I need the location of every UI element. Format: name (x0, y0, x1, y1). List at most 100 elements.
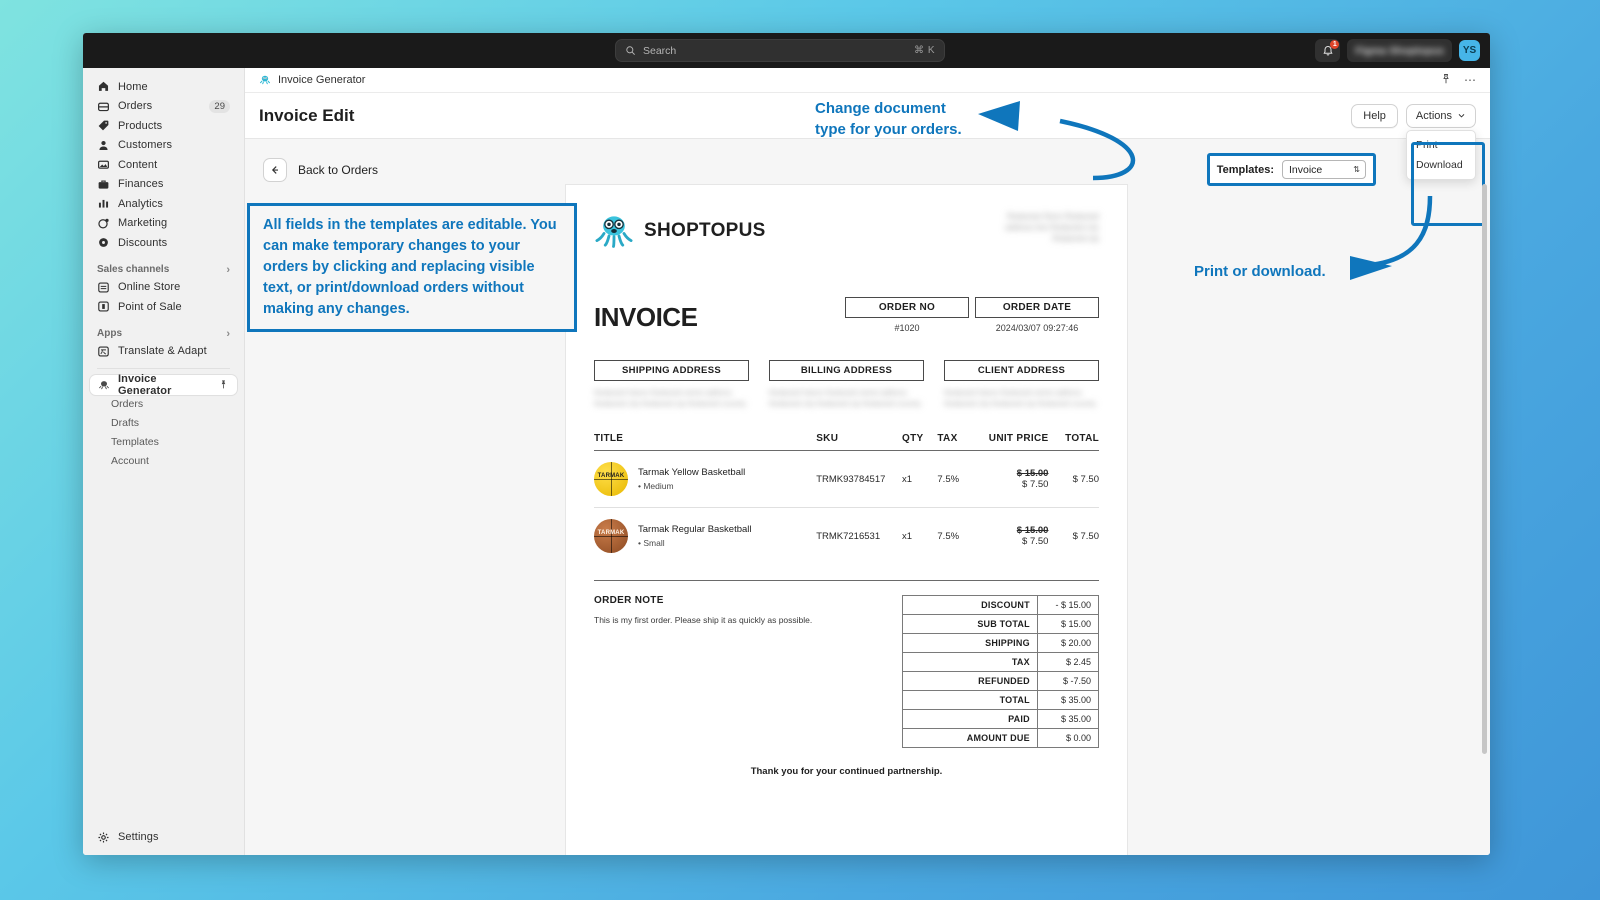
sidebar-subitem-account[interactable]: Account (83, 452, 244, 471)
sidebar-item-orders[interactable]: Orders 29 (90, 97, 237, 117)
search-shortcut: ⌘ K (914, 45, 935, 56)
client-address-block: CLIENT ADDRESS Redacted Name Redacted st… (944, 360, 1099, 409)
line-item-title[interactable]: Tarmak Yellow Basketball (638, 467, 745, 478)
table-header-row: TITLE SKU QTY TAX UNIT PRICE TOTAL (594, 433, 1099, 451)
col-qty: QTY (902, 433, 938, 451)
totals-value[interactable]: $ 35.00 (1036, 709, 1100, 729)
client-address-label[interactable]: CLIENT ADDRESS (944, 360, 1099, 381)
discounts-icon (97, 236, 110, 249)
shipping-address-label[interactable]: SHIPPING ADDRESS (594, 360, 749, 381)
sidebar-label: Point of Sale (118, 300, 182, 313)
totals-label[interactable]: SUB TOTAL (901, 614, 1038, 634)
sidebar-subitem-orders[interactable]: Orders (83, 395, 244, 414)
sidebar-item-settings[interactable]: Settings (90, 828, 237, 848)
home-icon (97, 80, 110, 93)
totals-label[interactable]: PAID (901, 709, 1038, 729)
line-item-qty[interactable]: x1 (902, 450, 938, 508)
shipping-address-redacted[interactable]: Redacted Name Redacted street address Re… (594, 388, 749, 409)
sidebar-label: Finances (118, 178, 164, 191)
search-input[interactable]: Search ⌘ K (615, 39, 945, 62)
sidebar-item-point-of-sale[interactable]: Point of Sale (90, 297, 237, 317)
line-item-sku[interactable]: TRMK7216531 (816, 508, 902, 565)
sidebar-item-products[interactable]: Products (90, 116, 237, 136)
order-no-label[interactable]: ORDER NO (845, 297, 969, 318)
merchant-details-redacted: Redacted Store Redacted address line Red… (1005, 212, 1099, 243)
line-item-total[interactable]: $ 7.50 (1048, 450, 1099, 508)
templates-select[interactable]: Invoice ⇅ (1282, 160, 1366, 179)
billing-address-block: BILLING ADDRESS Redacted Name Redacted s… (769, 360, 924, 409)
actions-button[interactable]: Actions (1405, 103, 1476, 128)
totals-label[interactable]: AMOUNT DUE (901, 728, 1038, 748)
totals-label[interactable]: TAX (901, 652, 1038, 672)
totals-value[interactable]: $ 35.00 (1036, 690, 1100, 710)
line-item-tax[interactable]: 7.5% (937, 450, 978, 508)
line-item-unit-price[interactable]: $ 15.00 $ 7.50 (978, 508, 1049, 565)
line-item-unit-price[interactable]: $ 15.00 $ 7.50 (977, 450, 1049, 508)
totals-label[interactable]: DISCOUNT (901, 595, 1038, 615)
line-item-variant[interactable]: • Medium (638, 481, 745, 491)
sidebar-group-sales-channels[interactable]: Sales channels › (97, 264, 230, 276)
fields-editable-callout: All fields in the templates are editable… (247, 203, 577, 332)
sidebar-item-customers[interactable]: Customers (90, 136, 237, 156)
line-item-variant[interactable]: • Small (638, 538, 752, 548)
invoice-footer-text[interactable]: Thank you for your continued partnership… (594, 766, 1099, 777)
store-switcher[interactable]: Figma Shoptopus (1347, 39, 1452, 62)
line-item-total[interactable]: $ 7.50 (1048, 508, 1099, 565)
notifications-button[interactable]: 1 (1315, 39, 1341, 62)
sidebar-item-marketing[interactable]: Marketing (90, 214, 237, 234)
line-item-tax[interactable]: 7.5% (937, 508, 977, 565)
line-item-title[interactable]: Tarmak Regular Basketball (638, 524, 752, 535)
billing-address-label[interactable]: BILLING ADDRESS (769, 360, 924, 381)
sidebar-item-analytics[interactable]: Analytics (90, 194, 237, 214)
totals-label[interactable]: SHIPPING (901, 633, 1038, 653)
totals-row-refunded: REFUNDED $ -7.50 (901, 671, 1100, 691)
avatar[interactable]: YS (1459, 40, 1480, 61)
order-note-heading[interactable]: ORDER NOTE (594, 595, 902, 606)
sidebar-subitem-templates[interactable]: Templates (83, 433, 244, 452)
sidebar-group-apps[interactable]: Apps › (97, 328, 230, 340)
templates-selector: Templates: Invoice ⇅ (1206, 153, 1376, 186)
pin-icon[interactable] (1440, 73, 1452, 88)
totals-value[interactable]: - $ 15.00 (1036, 595, 1100, 615)
line-item-sku[interactable]: TRMK93784517 (816, 450, 903, 508)
pin-icon[interactable] (217, 378, 230, 391)
sidebar-item-translate-adapt[interactable]: Translate & Adapt (90, 342, 237, 362)
top-navigation-bar: Search ⌘ K 1 Figma Shoptopus YS (83, 33, 1490, 68)
invoice-meta-cells: ORDER NO #1020 ORDER DATE 2024/03/07 09:… (845, 297, 1099, 333)
order-date-value[interactable]: 2024/03/07 09:27:46 (975, 318, 1099, 333)
totals-row-paid: PAID $ 35.00 (901, 709, 1100, 729)
help-button[interactable]: Help (1351, 103, 1398, 128)
sidebar-item-home[interactable]: Home (90, 77, 237, 97)
billing-address-redacted[interactable]: Redacted Name Redacted street address Re… (769, 388, 924, 409)
sidebar-label: Content (118, 158, 158, 171)
sidebar-label: Discounts (118, 236, 168, 249)
totals-value[interactable]: $ 0.00 (1036, 728, 1100, 748)
invoice-heading[interactable]: INVOICE (594, 302, 698, 333)
point-of-sale-icon (97, 300, 110, 313)
back-to-orders-label[interactable]: Back to Orders (298, 163, 378, 177)
ellipsis-icon[interactable]: ⋯ (1464, 73, 1476, 87)
totals-label[interactable]: TOTAL (901, 690, 1038, 710)
totals-value[interactable]: $ 2.45 (1036, 652, 1100, 672)
order-date-label[interactable]: ORDER DATE (975, 297, 1099, 318)
sidebar-label: Online Store (118, 281, 181, 294)
line-item-qty[interactable]: x1 (902, 508, 937, 565)
totals-row-subtotal: SUB TOTAL $ 15.00 (901, 614, 1100, 634)
client-address-redacted[interactable]: Redacted Name Redacted street address Re… (944, 388, 1099, 409)
app-window: Search ⌘ K 1 Figma Shoptopus YS Home Ord… (83, 33, 1490, 855)
sidebar-item-invoice-generator[interactable]: Invoice Generator (90, 373, 237, 397)
totals-value[interactable]: $ 15.00 (1036, 614, 1100, 634)
sidebar-item-online-store[interactable]: Online Store (90, 278, 237, 298)
totals-label[interactable]: REFUNDED (901, 671, 1038, 691)
sidebar-item-finances[interactable]: Finances (90, 175, 237, 195)
sidebar-item-content[interactable]: Content (90, 155, 237, 175)
sidebar-item-discounts[interactable]: Discounts (90, 233, 237, 253)
sidebar-label: Settings (118, 831, 159, 844)
order-note-text[interactable]: This is my first order. Please ship it a… (594, 614, 902, 627)
order-no-value[interactable]: #1020 (845, 318, 969, 333)
totals-value[interactable]: $ 20.00 (1036, 633, 1100, 653)
back-button[interactable] (263, 157, 287, 182)
totals-value[interactable]: $ -7.50 (1036, 671, 1100, 691)
sidebar-label: Home (118, 80, 148, 93)
sidebar-subitem-drafts[interactable]: Drafts (83, 414, 244, 433)
